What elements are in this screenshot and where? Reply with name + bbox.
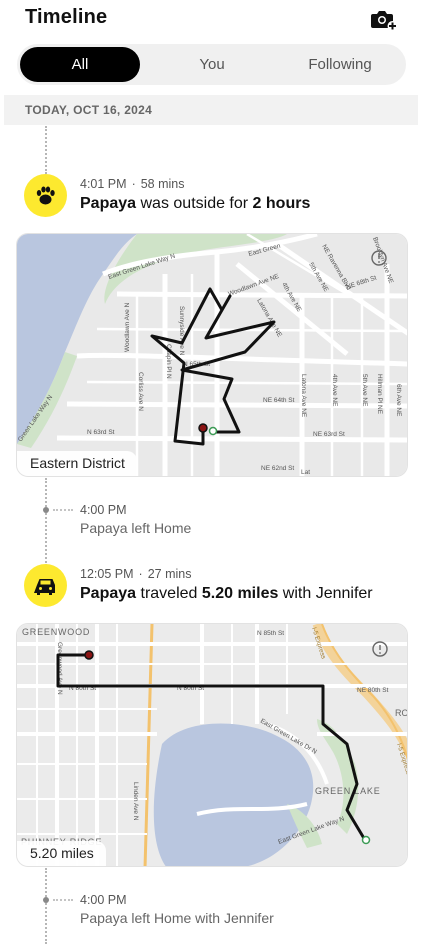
pet-name: Papaya xyxy=(80,195,137,212)
sub-event-time: 4:00 PM xyxy=(80,503,127,517)
street-label: 5th Ave NE xyxy=(361,374,368,407)
route-start-marker xyxy=(198,423,208,433)
timeline-connector xyxy=(45,868,47,944)
street-label: 6th Ave NE xyxy=(395,384,402,417)
area-label: GREEN LAKE xyxy=(315,786,381,796)
camera-add-icon[interactable] xyxy=(370,7,398,31)
sub-event-text: Papaya left Home xyxy=(80,520,192,536)
street-label: NE 80th St xyxy=(357,687,389,694)
street-label: Hillman Pl NE xyxy=(376,374,383,415)
event-title: Papaya was outside for 2 hours xyxy=(80,195,310,213)
route-start-marker xyxy=(84,650,94,660)
street-label: Corliss Ave N xyxy=(137,372,144,411)
tab-all[interactable]: All xyxy=(20,47,140,82)
date-label: TODAY, OCT 16, 2024 xyxy=(25,103,153,117)
event-meta: 12:05 PM · 27 mins xyxy=(80,567,192,581)
street-label: N 85th St xyxy=(257,630,284,637)
timeline-dot xyxy=(43,897,49,903)
map-area-label: Eastern District xyxy=(17,451,137,476)
date-header: TODAY, OCT 16, 2024 xyxy=(4,95,418,125)
street-label: Sunnyside Ave N xyxy=(178,306,185,356)
area-label: RO xyxy=(395,708,408,718)
timeline-connector xyxy=(45,126,47,174)
street-label: NE 62nd St xyxy=(261,465,294,472)
sub-event-text: Papaya left Home with Jennifer xyxy=(80,910,274,926)
event-time: 4:01 PM xyxy=(80,177,127,191)
event-duration: 27 mins xyxy=(147,567,192,581)
paw-icon xyxy=(24,174,67,217)
pet-name: Papaya xyxy=(80,585,137,602)
tab-you[interactable]: You xyxy=(152,47,272,82)
street-label: NE 64th St xyxy=(263,397,295,404)
page-title: Timeline xyxy=(25,6,108,28)
timeline-dash xyxy=(53,899,73,901)
event-title-text: traveled xyxy=(136,585,202,602)
timeline-connector xyxy=(45,478,47,566)
street-label: Linden Ave N xyxy=(132,782,139,821)
tab-following[interactable]: Following xyxy=(280,47,400,82)
route-end-marker xyxy=(361,835,371,845)
activity-map[interactable]: East Green Lake Way N East Green Woodlaw… xyxy=(16,233,408,477)
street-label: 4th Ave NE xyxy=(331,374,338,407)
event-title-value: 2 hours xyxy=(252,195,311,212)
street-label: Latona Ave NE xyxy=(300,374,307,418)
street-label: Lat xyxy=(301,469,310,476)
header: Timeline xyxy=(0,0,430,40)
car-icon xyxy=(24,564,67,607)
event-meta: 4:01 PM · 58 mins xyxy=(80,177,185,191)
map-distance-label: 5.20 miles xyxy=(17,841,106,866)
event-title: Papaya traveled 5.20 miles with Jennifer xyxy=(80,585,373,603)
area-label: GREENWOOD xyxy=(22,627,90,637)
street-label: Woodlawn Ave N xyxy=(124,302,131,352)
street-label: N 63rd St xyxy=(87,429,115,436)
filter-tabs: All You Following xyxy=(17,44,406,85)
route-end-marker xyxy=(208,426,218,436)
event-title-value: 5.20 miles xyxy=(201,585,279,602)
sub-event-time: 4:00 PM xyxy=(80,893,127,907)
event-title-text: with Jennifer xyxy=(278,585,373,602)
timeline-dot xyxy=(43,507,49,513)
trip-map[interactable]: GREENWOOD N 85th St I-5 Express NE 80th … xyxy=(16,623,408,867)
event-title-text: was outside for xyxy=(136,195,253,212)
street-label: NE 63rd St xyxy=(313,431,345,438)
event-duration: 58 mins xyxy=(140,177,185,191)
timeline-dash xyxy=(53,509,73,511)
event-time: 12:05 PM xyxy=(80,567,134,581)
